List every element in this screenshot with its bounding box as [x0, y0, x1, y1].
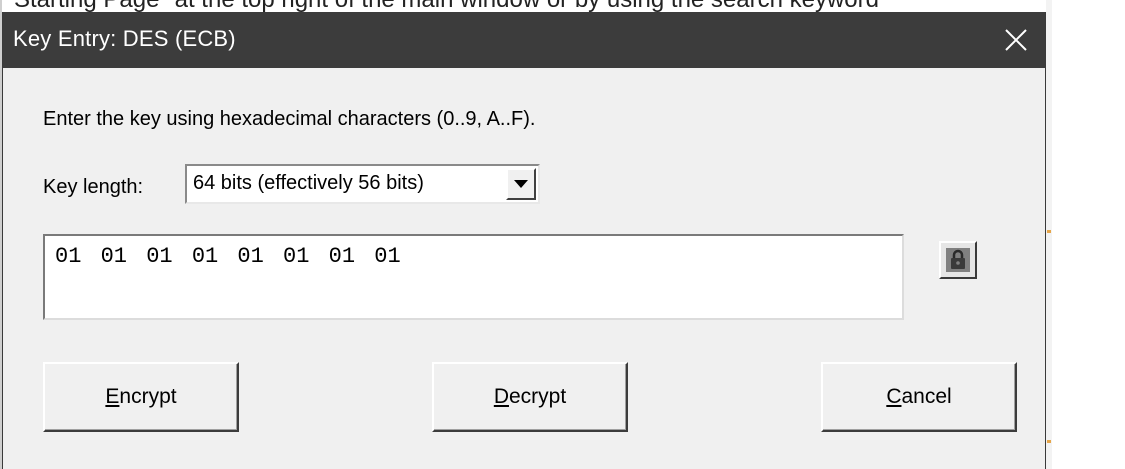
screen: Starting Page" at the top right of the m… [0, 0, 1125, 469]
cancel-label: ancel [901, 385, 952, 408]
close-button[interactable] [993, 16, 1039, 64]
key-length-label: Key length: [43, 176, 144, 198]
key-input[interactable]: 01 01 01 01 01 01 01 01 [43, 234, 904, 320]
key-length-selected-value: 64 bits (effectively 56 bits) [193, 172, 424, 194]
dialog-titlebar[interactable]: Key Entry: DES (ECB) [3, 12, 1045, 68]
key-length-select[interactable]: 64 bits (effectively 56 bits) [185, 164, 540, 204]
lock-icon [946, 248, 970, 272]
key-length-dropdown-button[interactable] [506, 168, 536, 200]
decrypt-mnemonic: D [493, 385, 509, 408]
encrypt-label: ncrypt [119, 385, 177, 408]
background-accent-mark [1047, 440, 1051, 443]
key-entry-dialog: Key Entry: DES (ECB) Enter the key using… [2, 12, 1046, 469]
lock-button[interactable] [939, 241, 977, 279]
decrypt-label: ecrypt [508, 385, 567, 408]
background-accent-mark [1047, 230, 1051, 233]
chevron-down-icon [514, 179, 528, 188]
dialog-title: Key Entry: DES (ECB) [13, 26, 236, 51]
background-window-strip [1046, 0, 1052, 469]
instruction-text: Enter the key using hexadecimal characte… [43, 108, 536, 130]
encrypt-mnemonic: E [105, 385, 120, 408]
close-icon [1005, 29, 1027, 51]
decrypt-button[interactable]: Decrypt [432, 362, 628, 432]
cancel-button[interactable]: Cancel [821, 362, 1017, 432]
cancel-mnemonic: C [886, 385, 902, 408]
encrypt-button[interactable]: Encrypt [43, 362, 239, 432]
